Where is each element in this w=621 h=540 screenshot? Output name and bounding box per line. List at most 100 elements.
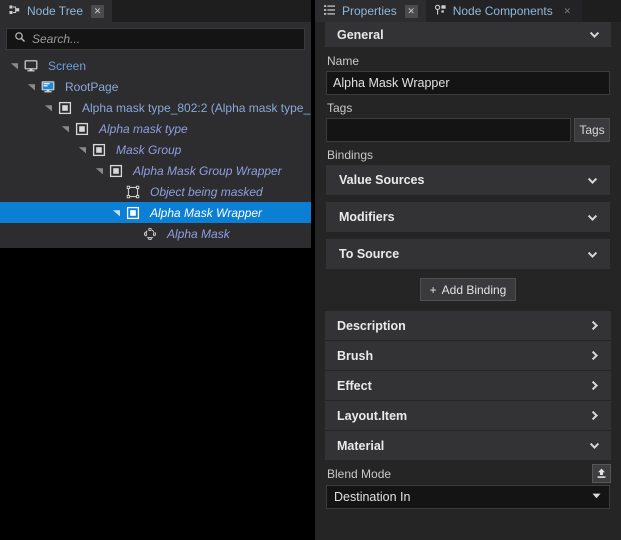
search-input[interactable]: Search... [6,28,305,50]
tags-label: Tags [315,95,621,118]
blend-mode-label: Blend Mode [327,467,391,481]
chevron-right-icon[interactable] [588,319,601,332]
tab-node-components[interactable]: Node Components ✕ [426,0,582,22]
chevron-right-icon[interactable] [588,409,601,422]
tags-button[interactable]: Tags [574,118,610,142]
property-sections: Description Brush Effect Layout.Item Materia… [315,311,621,461]
binding-section-to-source[interactable]: To Source [326,239,610,269]
reset-to-default-icon[interactable] [592,464,611,483]
tree-item-label: Object being masked [143,185,263,199]
tab-properties-label: Properties [342,5,397,17]
circle-handles-icon [140,227,160,241]
section-brush[interactable]: Brush [325,341,611,371]
search-icon [14,30,26,48]
tab-node-components-close-icon[interactable]: ✕ [561,5,574,18]
twisty-placeholder [110,181,123,202]
tree-item-object-being-masked[interactable]: Object being masked [0,181,311,202]
section-title: Layout.Item [337,409,407,423]
square-node-icon [106,164,126,178]
monitor-outline-icon [21,59,41,73]
chevron-down-icon[interactable] [59,118,72,139]
node-tree-icon [9,4,21,19]
square-node-icon [123,206,143,220]
tree-area: Search... [0,22,311,50]
tree-item-label: Alpha Mask [160,227,230,241]
tabbar-empty-space [112,0,311,22]
tree-item-alpha-mask-wrapper[interactable]: Alpha Mask Wrapper [0,202,311,223]
binding-section-title: To Source [339,247,399,261]
add-binding-button[interactable]: + Add Binding [420,278,517,301]
chevron-down-icon[interactable] [588,439,601,452]
components-icon [435,4,447,19]
section-title: Material [337,439,384,453]
section-material[interactable]: Material [325,431,611,461]
node-tree-list[interactable]: Screen RootPage Alpha mask type_802:2 (Alp… [0,50,311,248]
tree-item-label: Alpha Mask Wrapper [143,206,262,220]
chevron-down-icon[interactable] [586,248,599,261]
chevron-down-icon[interactable] [110,202,123,223]
section-general[interactable]: General [325,22,611,48]
chevron-right-icon[interactable] [588,349,601,362]
chevron-down-icon[interactable] [25,76,38,97]
chevron-down-icon[interactable] [8,55,21,76]
add-binding-wrap: + Add Binding [315,276,621,311]
chevron-down-icon[interactable] [93,160,106,181]
square-node-icon [72,122,92,136]
app-root: Node Tree ✕ Search... Screen RootPage Alph… [0,0,621,540]
name-field[interactable]: Alpha Mask Wrapper [326,71,610,95]
blend-mode-dropdown[interactable]: Destination In [326,485,610,509]
monitor-filled-icon [38,80,58,94]
properties-body: General Name Alpha Mask Wrapper Tags Tag… [315,22,621,540]
tab-node-tree-label: Node Tree [27,5,83,17]
section-title: Effect [337,379,372,393]
twisty-placeholder [127,223,140,244]
tree-item-alpha-mask-type-802-2-alpha-mask-type[interactable]: Alpha mask type_802:2 (Alpha mask type_ [0,97,311,118]
chevron-right-icon[interactable] [588,379,601,392]
name-field-value: Alpha Mask Wrapper [333,76,450,90]
tree-item-mask-group[interactable]: Mask Group [0,139,311,160]
tree-item-label: RootPage [58,80,118,94]
tree-item-alpha-mask-group-wrapper[interactable]: Alpha Mask Group Wrapper [0,160,311,181]
section-title: Brush [337,349,373,363]
chevron-down-icon[interactable] [586,174,599,187]
rect-handles-icon [123,185,143,199]
chevron-down-icon[interactable] [586,211,599,224]
chevron-down-icon[interactable] [76,139,89,160]
search-placeholder: Search... [32,32,80,46]
binding-section-title: Value Sources [339,173,424,187]
properties-panel: Properties ✕ Node Components ✕ [315,0,621,540]
tree-item-rootpage[interactable]: RootPage [0,76,311,97]
binding-section-modifiers[interactable]: Modifiers [326,202,610,232]
tree-item-screen[interactable]: Screen [0,55,311,76]
name-label: Name [315,48,621,71]
tags-field[interactable] [326,118,571,142]
section-layout-item[interactable]: Layout.Item [325,401,611,431]
tab-node-tree[interactable]: Node Tree ✕ [0,0,112,22]
blend-mode-value: Destination In [334,490,410,504]
tab-properties-close-icon[interactable]: ✕ [405,5,418,18]
tree-item-alpha-mask-type[interactable]: Alpha mask type [0,118,311,139]
tree-item-label: Alpha mask type [92,122,188,136]
section-description[interactable]: Description [325,311,611,341]
square-node-icon [55,101,75,115]
tree-item-label: Alpha Mask Group Wrapper [126,164,282,178]
binding-section-value-sources[interactable]: Value Sources [326,165,610,195]
section-effect[interactable]: Effect [325,371,611,401]
tags-row: Tags [326,118,610,142]
tree-item-label: Mask Group [109,143,181,157]
node-tree-panel: Node Tree ✕ Search... Screen RootPage Alph… [0,0,311,540]
binding-section-title: Modifiers [339,210,395,224]
chevron-down-icon[interactable] [42,97,55,118]
tab-node-components-label: Node Components [453,5,553,17]
add-binding-label: Add Binding [442,283,507,297]
properties-tabbar: Properties ✕ Node Components ✕ [315,0,621,22]
blend-mode-row: Blend Mode [315,461,621,484]
tab-node-tree-close-icon[interactable]: ✕ [91,5,104,18]
bindings-label: Bindings [315,142,621,165]
chevron-down-icon[interactable] [591,490,602,504]
tree-item-alpha-mask[interactable]: Alpha Mask [0,223,311,244]
chevron-down-icon[interactable] [588,28,601,41]
tree-item-label: Screen [41,59,86,73]
tab-properties[interactable]: Properties ✕ [315,0,426,22]
square-node-icon [89,143,109,157]
